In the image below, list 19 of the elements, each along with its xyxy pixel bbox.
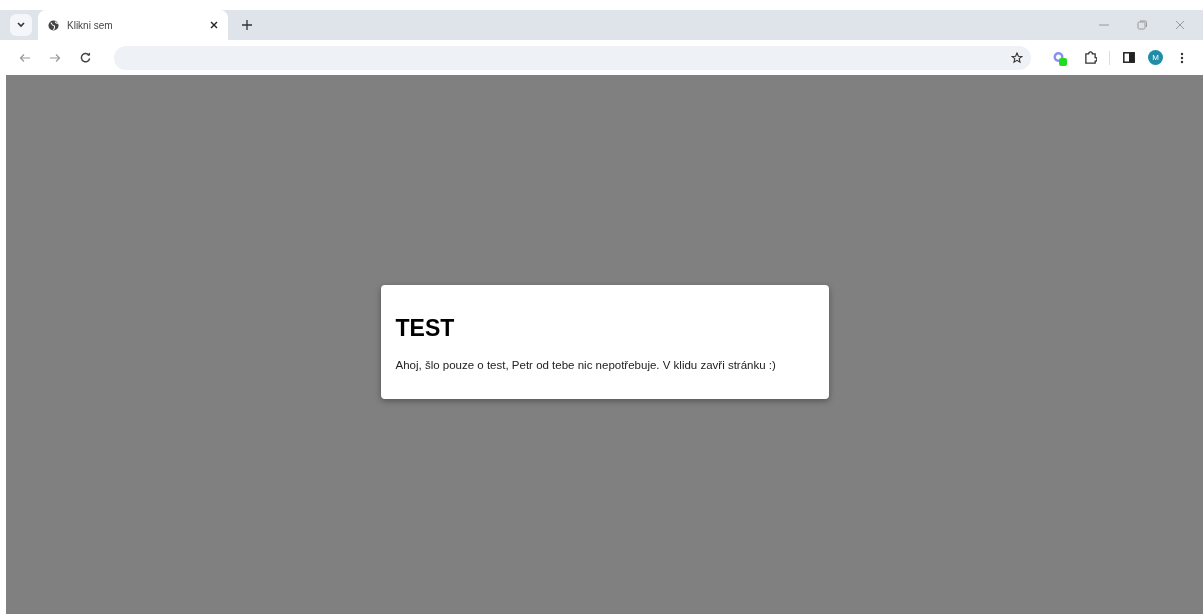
forward-arrow-icon[interactable] bbox=[49, 52, 61, 63]
card-message: Ahoj, šlo pouze o test, Petr od tebe nic nepotřebuje. V klidu zavři stránku :) bbox=[395, 358, 777, 374]
address-field[interactable] bbox=[114, 45, 1031, 70]
chevron-down-icon bbox=[17, 22, 25, 28]
back-arrow-icon[interactable] bbox=[19, 52, 31, 63]
globe-icon bbox=[48, 19, 59, 31]
profile-avatar[interactable]: M bbox=[1148, 50, 1163, 65]
plus-icon[interactable] bbox=[242, 20, 252, 30]
close-icon[interactable] bbox=[210, 21, 218, 29]
menu-icon[interactable] bbox=[1180, 51, 1184, 64]
puzzle-icon[interactable] bbox=[1083, 51, 1097, 64]
extension-icon[interactable] bbox=[1052, 49, 1068, 66]
tab-search-button[interactable] bbox=[10, 14, 32, 36]
card-title: TEST bbox=[395, 314, 456, 343]
reload-icon[interactable] bbox=[79, 52, 91, 63]
restore-icon[interactable] bbox=[1137, 20, 1147, 30]
browser-tab[interactable]: Klikni sem bbox=[38, 10, 228, 40]
side-panel-icon[interactable] bbox=[1123, 52, 1135, 63]
star-icon[interactable] bbox=[1011, 51, 1023, 64]
